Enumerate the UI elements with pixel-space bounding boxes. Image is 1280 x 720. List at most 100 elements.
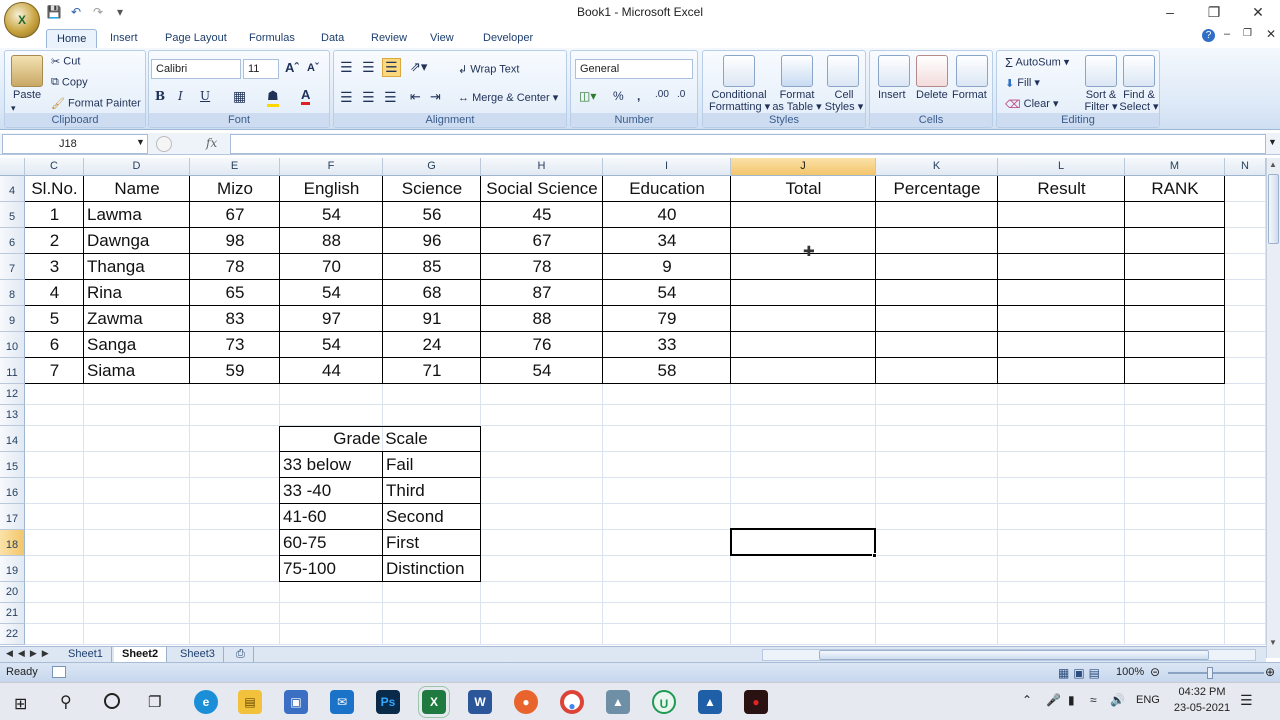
sheet-tab-sheet3[interactable]: Sheet3	[172, 647, 224, 663]
zoom-slider[interactable]	[1168, 672, 1264, 674]
table-cell[interactable]: 7	[25, 358, 84, 384]
format-as-table-icon[interactable]	[781, 55, 813, 87]
column-header[interactable]: L	[998, 158, 1125, 176]
table-cell[interactable]: 40	[603, 202, 731, 228]
table-cell[interactable]: 76	[481, 332, 603, 358]
sheet-nav-arrows[interactable]: ◀◀▶▶	[6, 648, 54, 659]
column-header[interactable]: I	[603, 158, 731, 176]
firefox-icon[interactable]: ●	[514, 690, 538, 714]
table-cell[interactable]	[998, 358, 1125, 384]
table-cell[interactable]: 45	[481, 202, 603, 228]
font-size-select[interactable]: 11	[243, 59, 279, 79]
borders-icon[interactable]: ▦	[233, 88, 246, 105]
tab-data[interactable]: Data	[311, 29, 354, 48]
row-header[interactable]: 16	[0, 478, 25, 504]
table-header-cell[interactable]: Result	[998, 176, 1125, 202]
minimize-button[interactable]: –	[1148, 0, 1192, 24]
row-header[interactable]: 11	[0, 358, 25, 384]
scroll-up-icon[interactable]: ▲	[1269, 160, 1277, 169]
battery-icon[interactable]: ▮	[1068, 693, 1075, 707]
windows-start-icon[interactable]: ⊞	[14, 694, 27, 714]
row-header[interactable]: 19	[0, 556, 25, 582]
word-icon[interactable]: W	[468, 690, 492, 714]
row-header[interactable]: 9	[0, 306, 25, 332]
edge-icon[interactable]: e	[194, 690, 218, 714]
table-header-cell[interactable]: Education	[603, 176, 731, 202]
table-cell[interactable]: 5	[25, 306, 84, 332]
tab-developer[interactable]: Developer	[473, 29, 543, 48]
insert-function-button[interactable]: fx	[206, 136, 217, 150]
table-cell[interactable]	[1125, 280, 1225, 306]
screen-recorder-icon[interactable]: ●	[744, 690, 768, 714]
excel-icon[interactable]: X	[418, 686, 450, 718]
table-cell[interactable]	[731, 280, 876, 306]
table-cell[interactable]	[1125, 358, 1225, 384]
table-cell[interactable]	[876, 228, 998, 254]
table-header-cell[interactable]: Name	[84, 176, 190, 202]
tray-expand-icon[interactable]: ⌃	[1022, 693, 1032, 707]
table-cell[interactable]	[876, 358, 998, 384]
worksheet-grid[interactable]: C D E F G H I J K L M N 4 5 6 7 8 9 10 11 12 13 14 15 16 17 18 19 20…	[0, 158, 1266, 646]
vertical-scroll-thumb[interactable]	[1268, 174, 1279, 244]
table-cell[interactable]: 88	[280, 228, 383, 254]
table-cell[interactable]: 70	[280, 254, 383, 280]
table-header-cell[interactable]: English	[280, 176, 383, 202]
table-cell[interactable]: 67	[481, 228, 603, 254]
row-header[interactable]: 5	[0, 202, 25, 228]
column-header[interactable]: E	[190, 158, 280, 176]
table-cell[interactable]	[876, 280, 998, 306]
row-header[interactable]: 13	[0, 405, 25, 426]
row-header[interactable]: 21	[0, 603, 25, 624]
align-bottom-icon[interactable]: ☰	[382, 58, 401, 77]
comma-button[interactable]: ,	[637, 89, 640, 103]
format-cells-button[interactable]: Format	[952, 89, 987, 101]
store-icon[interactable]: ▣	[284, 690, 308, 714]
table-cell[interactable]	[876, 332, 998, 358]
orientation-icon[interactable]: ⇗▾	[410, 59, 427, 75]
row-header[interactable]: 14	[0, 426, 25, 452]
table-cell[interactable]: Lawma	[84, 202, 190, 228]
zoom-level[interactable]: 100%	[1116, 666, 1144, 678]
active-cell[interactable]	[730, 528, 876, 556]
cut-button[interactable]: ✂ Cut	[51, 55, 80, 68]
wifi-icon[interactable]: ≈	[1090, 693, 1097, 707]
expand-formula-bar-icon[interactable]: ▼	[1268, 137, 1277, 147]
table-header-cell[interactable]: Sl.No.	[25, 176, 84, 202]
format-as-table-button[interactable]: Format as Table ▾	[771, 89, 823, 113]
close-button[interactable]: ✕	[1236, 0, 1280, 24]
row-header[interactable]: 22	[0, 624, 25, 645]
table-cell[interactable]	[731, 202, 876, 228]
column-header[interactable]: M	[1125, 158, 1225, 176]
table-cell[interactable]	[731, 332, 876, 358]
column-header[interactable]: D	[84, 158, 190, 176]
table-cell[interactable]: 71	[383, 358, 481, 384]
zoom-in-icon[interactable]: ⊕	[1265, 665, 1275, 679]
table-cell[interactable]: 2	[25, 228, 84, 254]
table-cell[interactable]: 79	[603, 306, 731, 332]
grade-range-cell[interactable]: 41-60	[280, 504, 383, 530]
increase-decimal-icon[interactable]: .00	[655, 89, 669, 100]
table-cell[interactable]	[998, 306, 1125, 332]
table-cell[interactable]: 56	[383, 202, 481, 228]
table-cell[interactable]: 24	[383, 332, 481, 358]
clock-time[interactable]: 04:32 PM	[1172, 686, 1232, 698]
table-cell[interactable]: 65	[190, 280, 280, 306]
table-cell[interactable]: 9	[603, 254, 731, 280]
table-cell[interactable]	[1125, 228, 1225, 254]
table-header-cell[interactable]: RANK	[1125, 176, 1225, 202]
align-right-icon[interactable]: ☰	[384, 89, 397, 106]
table-cell[interactable]: 33	[603, 332, 731, 358]
table-cell[interactable]: 78	[190, 254, 280, 280]
fill-color-icon[interactable]: ☗	[267, 88, 279, 107]
table-header-cell[interactable]: Mizo	[190, 176, 280, 202]
tab-formulas[interactable]: Formulas	[239, 29, 305, 48]
row-header[interactable]: 10	[0, 332, 25, 358]
table-header-cell[interactable]: Social Science	[481, 176, 603, 202]
fill-handle[interactable]	[872, 553, 877, 558]
table-cell[interactable]: 6	[25, 332, 84, 358]
table-cell[interactable]: 54	[280, 332, 383, 358]
row-header[interactable]: 12	[0, 384, 25, 405]
table-cell[interactable]: 97	[280, 306, 383, 332]
horizontal-scrollbar[interactable]	[762, 649, 1256, 661]
grade-label-cell[interactable]: Third	[383, 478, 481, 504]
